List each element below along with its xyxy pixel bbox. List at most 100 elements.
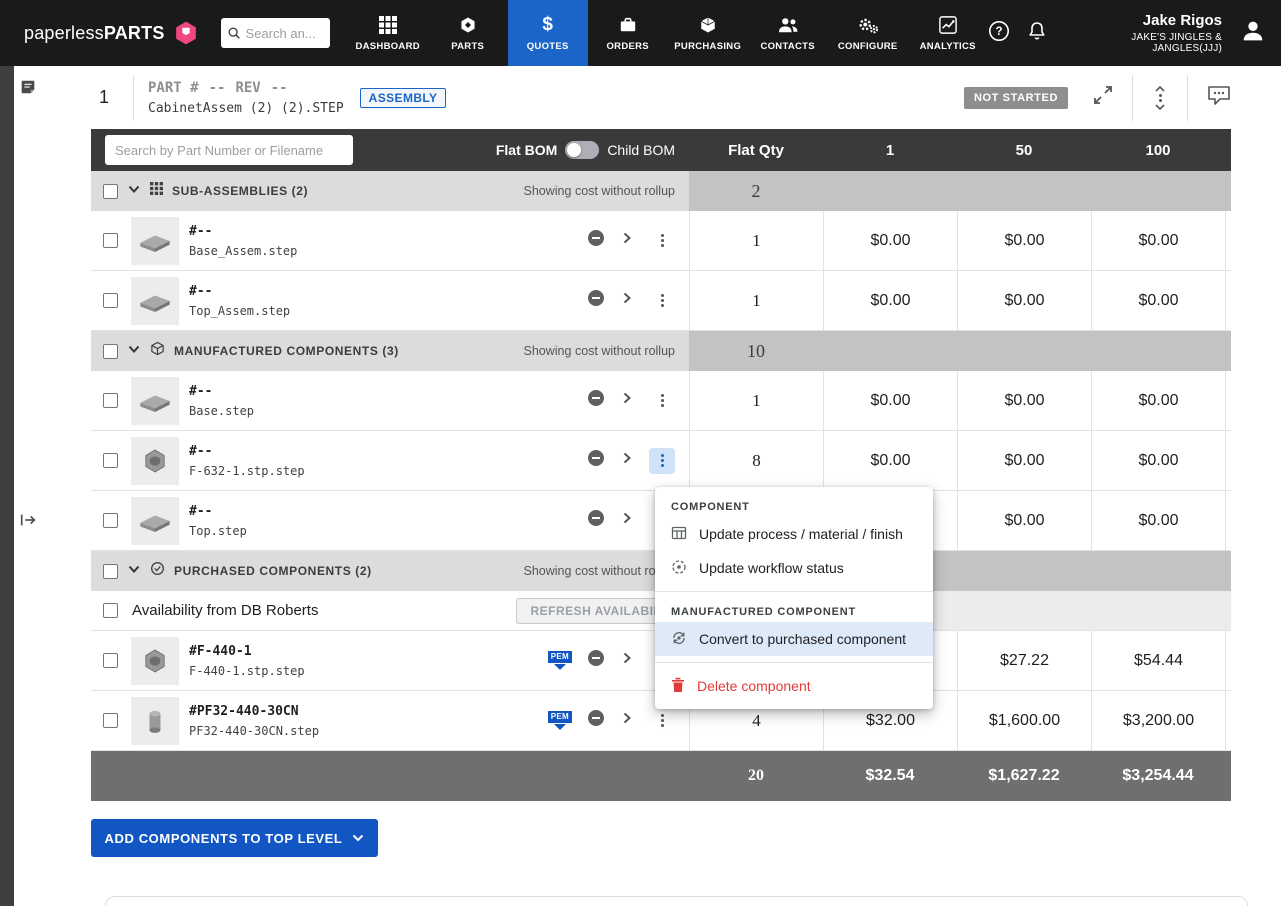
nav-item-orders[interactable]: ORDERS <box>588 0 668 66</box>
section-checkbox[interactable] <box>103 563 118 579</box>
row-checkbox[interactable] <box>103 603 118 618</box>
overflow-cell <box>1225 631 1231 690</box>
collapse-chevron-icon[interactable] <box>127 182 141 201</box>
open-row-chevron-icon[interactable] <box>620 651 634 670</box>
part-filename: Base.step <box>189 403 255 418</box>
help-icon[interactable]: ? <box>988 20 1010 47</box>
menu-item-update-workflow[interactable]: Update workflow status <box>655 551 933 585</box>
nav-label: CONTACTS <box>760 41 815 52</box>
no-quote-icon[interactable] <box>587 289 605 312</box>
left-rail <box>0 66 44 906</box>
section-checkbox[interactable] <box>103 343 118 359</box>
row-checkbox[interactable] <box>103 393 118 408</box>
expand-item-icon[interactable] <box>1092 84 1114 111</box>
menu-item-convert-to-purchased[interactable]: Convert to purchased component <box>655 622 933 656</box>
price-cell-qty-100: $3,200.00 <box>1091 691 1225 750</box>
overflow-cell <box>1225 491 1231 550</box>
price-cell-qty-1: $0.00 <box>823 371 957 430</box>
section-checkbox[interactable] <box>103 183 118 199</box>
orders-briefcase-icon <box>619 14 637 36</box>
price-cell-qty-100: $0.00 <box>1091 211 1225 270</box>
no-quote-icon[interactable] <box>587 229 605 252</box>
menu-item-update-process[interactable]: Update process / material / finish <box>655 517 933 551</box>
row-checkbox[interactable] <box>103 513 118 528</box>
row-menu-button[interactable] <box>649 288 675 314</box>
row-menu-button[interactable] <box>649 228 675 254</box>
open-row-chevron-icon[interactable] <box>620 711 634 730</box>
no-quote-icon[interactable] <box>587 649 605 672</box>
part-number: #-- <box>189 443 213 459</box>
section-title: MANUFACTURED COMPONENTS (3) <box>174 344 399 358</box>
quote-item-number: 1 <box>99 87 110 107</box>
column-header-qty-1: 1 <box>885 141 895 159</box>
part-number: #-- <box>189 223 213 239</box>
nav-item-contacts[interactable]: CONTACTS <box>748 0 828 66</box>
user-avatar[interactable] <box>1239 17 1267 50</box>
row-menu-button[interactable] <box>649 388 675 414</box>
nav-item-parts[interactable]: PARTS <box>428 0 508 66</box>
nav-label: ANALYTICS <box>919 41 976 52</box>
nav-item-quotes[interactable]: $ QUOTES <box>507 0 588 66</box>
open-row-chevron-icon[interactable] <box>620 291 634 310</box>
overflow-cell <box>1225 271 1231 330</box>
price-cell-qty-1: $0.00 <box>823 431 957 490</box>
add-components-label: ADD COMPONENTS TO TOP LEVEL <box>104 830 343 846</box>
part-thumbnail[interactable] <box>131 216 179 265</box>
menu-divider <box>655 591 933 592</box>
section-header-sub-assemblies: SUB-ASSEMBLIES (2) Showing cost without … <box>91 171 1231 211</box>
global-search-input[interactable] <box>245 25 324 41</box>
bom-view-toggle[interactable] <box>565 141 600 159</box>
nav-label: CONFIGURE <box>837 41 898 52</box>
total-qty-50: $1,627.22 <box>957 751 1091 801</box>
column-header-qty-100: 100 <box>1145 141 1171 159</box>
no-quote-icon[interactable] <box>587 709 605 732</box>
notes-panel-icon[interactable] <box>19 78 37 101</box>
row-checkbox[interactable] <box>103 653 118 668</box>
part-thumbnail[interactable] <box>131 376 179 425</box>
open-row-chevron-icon[interactable] <box>620 451 634 470</box>
bom-search-input[interactable] <box>105 142 353 158</box>
nav-item-analytics[interactable]: ANALYTICS <box>908 0 988 66</box>
open-row-chevron-icon[interactable] <box>620 511 634 530</box>
open-row-chevron-icon[interactable] <box>620 231 634 250</box>
collapse-chevron-icon[interactable] <box>127 562 141 581</box>
row-checkbox[interactable] <box>103 713 118 728</box>
open-row-chevron-icon[interactable] <box>620 391 634 410</box>
section-note: Showing cost without rollup <box>523 184 675 198</box>
part-filename: PF32-440-30CN.step <box>189 723 320 738</box>
nav-label: PARTS <box>451 41 485 52</box>
add-components-button[interactable]: ADD COMPONENTS TO TOP LEVEL <box>91 819 378 857</box>
overflow-cell <box>1225 371 1231 430</box>
row-menu-button-active[interactable] <box>649 447 675 474</box>
collapse-chevron-icon[interactable] <box>127 342 141 361</box>
menu-item-label: Delete component <box>697 678 811 694</box>
no-quote-icon[interactable] <box>587 449 605 472</box>
part-thumbnail[interactable] <box>131 276 179 325</box>
nav-item-configure[interactable]: CONFIGURE <box>828 0 908 66</box>
no-quote-icon[interactable] <box>587 389 605 412</box>
menu-item-delete-component[interactable]: Delete component <box>655 669 933 703</box>
part-number: #-- <box>189 283 213 299</box>
nav-item-dashboard[interactable]: DASHBOARD <box>348 0 428 66</box>
menu-item-label: Update process / material / finish <box>699 526 903 542</box>
part-thumbnail[interactable] <box>131 496 179 545</box>
part-thumbnail[interactable] <box>131 696 179 745</box>
part-thumbnail[interactable] <box>131 636 179 685</box>
part-thumbnail[interactable] <box>131 436 179 485</box>
reorder-drag-handle[interactable] <box>1151 85 1169 110</box>
row-checkbox[interactable] <box>103 453 118 468</box>
no-quote-icon[interactable] <box>587 509 605 532</box>
part-label: PART # <box>148 79 199 96</box>
next-quote-item-card[interactable] <box>105 896 1248 906</box>
nav-item-purchasing[interactable]: PURCHASING <box>668 0 748 66</box>
row-checkbox[interactable] <box>103 233 118 248</box>
flat-bom-label: Flat BOM <box>495 142 558 158</box>
notifications-bell-icon[interactable] <box>1027 20 1047 47</box>
row-checkbox[interactable] <box>103 293 118 308</box>
part-filename: CabinetAssem (2) (2).STEP <box>148 100 344 116</box>
comments-icon[interactable] <box>1206 83 1232 112</box>
row-menu-button[interactable] <box>649 708 675 734</box>
nav-label: QUOTES <box>526 41 569 52</box>
paperless-parts-logo[interactable]: paperless PARTS <box>0 20 199 46</box>
expand-panel-icon[interactable] <box>19 512 37 533</box>
